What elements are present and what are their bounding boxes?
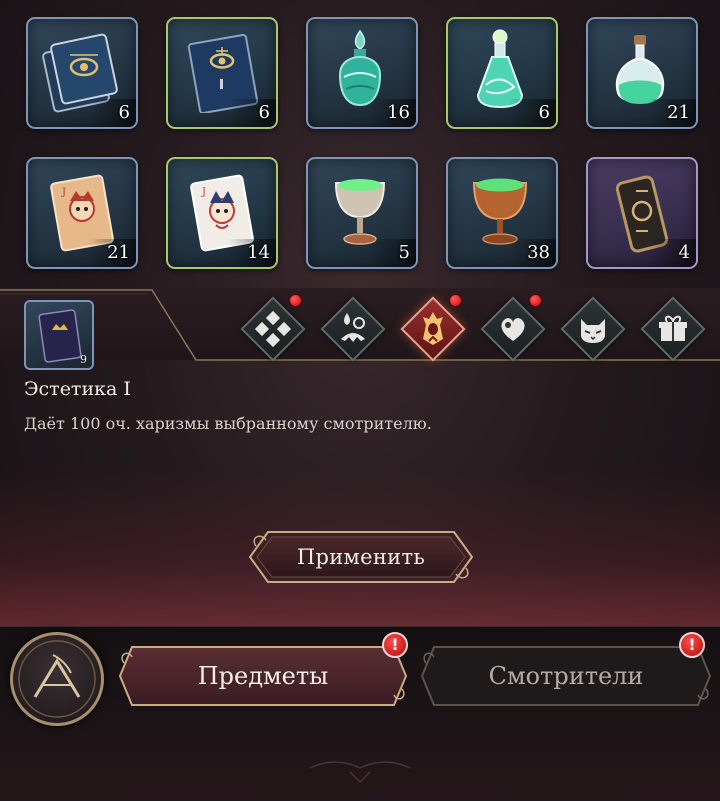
item-slot-jester-card-gold[interactable]: J 21 — [26, 157, 138, 269]
item-slot-green-round-potion[interactable]: 21 — [586, 17, 698, 129]
filter-all[interactable] — [240, 294, 306, 362]
filter-potion[interactable] — [320, 296, 386, 362]
keepers-alert-badge: ! — [679, 632, 705, 658]
svg-text:J: J — [61, 187, 66, 198]
four-diamonds-icon — [254, 310, 292, 348]
drop-flower-icon — [341, 313, 365, 342]
item-count: 14 — [247, 242, 270, 263]
items-alert-badge: ! — [382, 632, 408, 658]
item-count: 4 — [678, 242, 690, 263]
tab-keepers[interactable]: Смотрители — [420, 645, 712, 707]
filter-charisma[interactable] — [400, 294, 466, 362]
item-count: 38 — [527, 242, 550, 263]
item-count: 21 — [107, 242, 130, 263]
hooded-figure-icon — [423, 312, 443, 345]
item-count: 6 — [118, 102, 130, 123]
selected-item-thumbnail: 9 — [24, 300, 94, 370]
gift-box-icon — [659, 315, 687, 341]
item-slot-blue-book[interactable]: 6 — [166, 17, 278, 129]
item-title: Эстетика I — [24, 378, 131, 400]
heart-hands-icon — [501, 318, 525, 341]
item-slot-jester-card-white[interactable]: J 14 — [166, 157, 278, 269]
apply-button[interactable]: Применить — [246, 528, 476, 586]
item-description: Даёт 100 оч. харизмы выбранному смотрите… — [24, 414, 432, 433]
menu-emblem-button[interactable] — [10, 632, 104, 726]
item-slot-green-swirl-potion[interactable]: 6 — [446, 17, 558, 129]
inventory-grid: 6 6 16 6 21 J 21 J 14 5 38 4 — [0, 0, 720, 290]
item-count: 6 — [258, 102, 270, 123]
item-count: 6 — [538, 102, 550, 123]
tab-keepers-label: Смотрители — [488, 662, 644, 690]
item-slot-teal-potion[interactable]: 16 — [306, 17, 418, 129]
filter-cat[interactable] — [560, 296, 626, 362]
cat-face-icon — [581, 319, 605, 343]
selected-item-count: 9 — [80, 353, 87, 366]
notification-dot — [529, 294, 542, 307]
bottom-ornament — [309, 761, 411, 784]
item-count: 5 — [398, 242, 410, 263]
item-count: 16 — [387, 102, 410, 123]
item-slot-goblet-bronze[interactable]: 38 — [446, 157, 558, 269]
notification-dot — [289, 294, 302, 307]
item-slot-goblet-silver[interactable]: 5 — [306, 157, 418, 269]
apply-button-label: Применить — [296, 545, 426, 569]
item-slot-ornate-talisman[interactable]: 4 — [586, 157, 698, 269]
tab-items-label: Предметы — [197, 662, 329, 690]
item-slot-blue-tome[interactable]: 6 — [26, 17, 138, 129]
filter-box[interactable] — [640, 296, 706, 362]
item-count: 21 — [667, 102, 690, 123]
emblem-icon — [18, 640, 96, 718]
notification-dot — [449, 294, 462, 307]
svg-text:J: J — [201, 187, 206, 198]
tab-items[interactable]: Предметы — [118, 645, 408, 707]
filter-heart[interactable] — [480, 294, 546, 362]
